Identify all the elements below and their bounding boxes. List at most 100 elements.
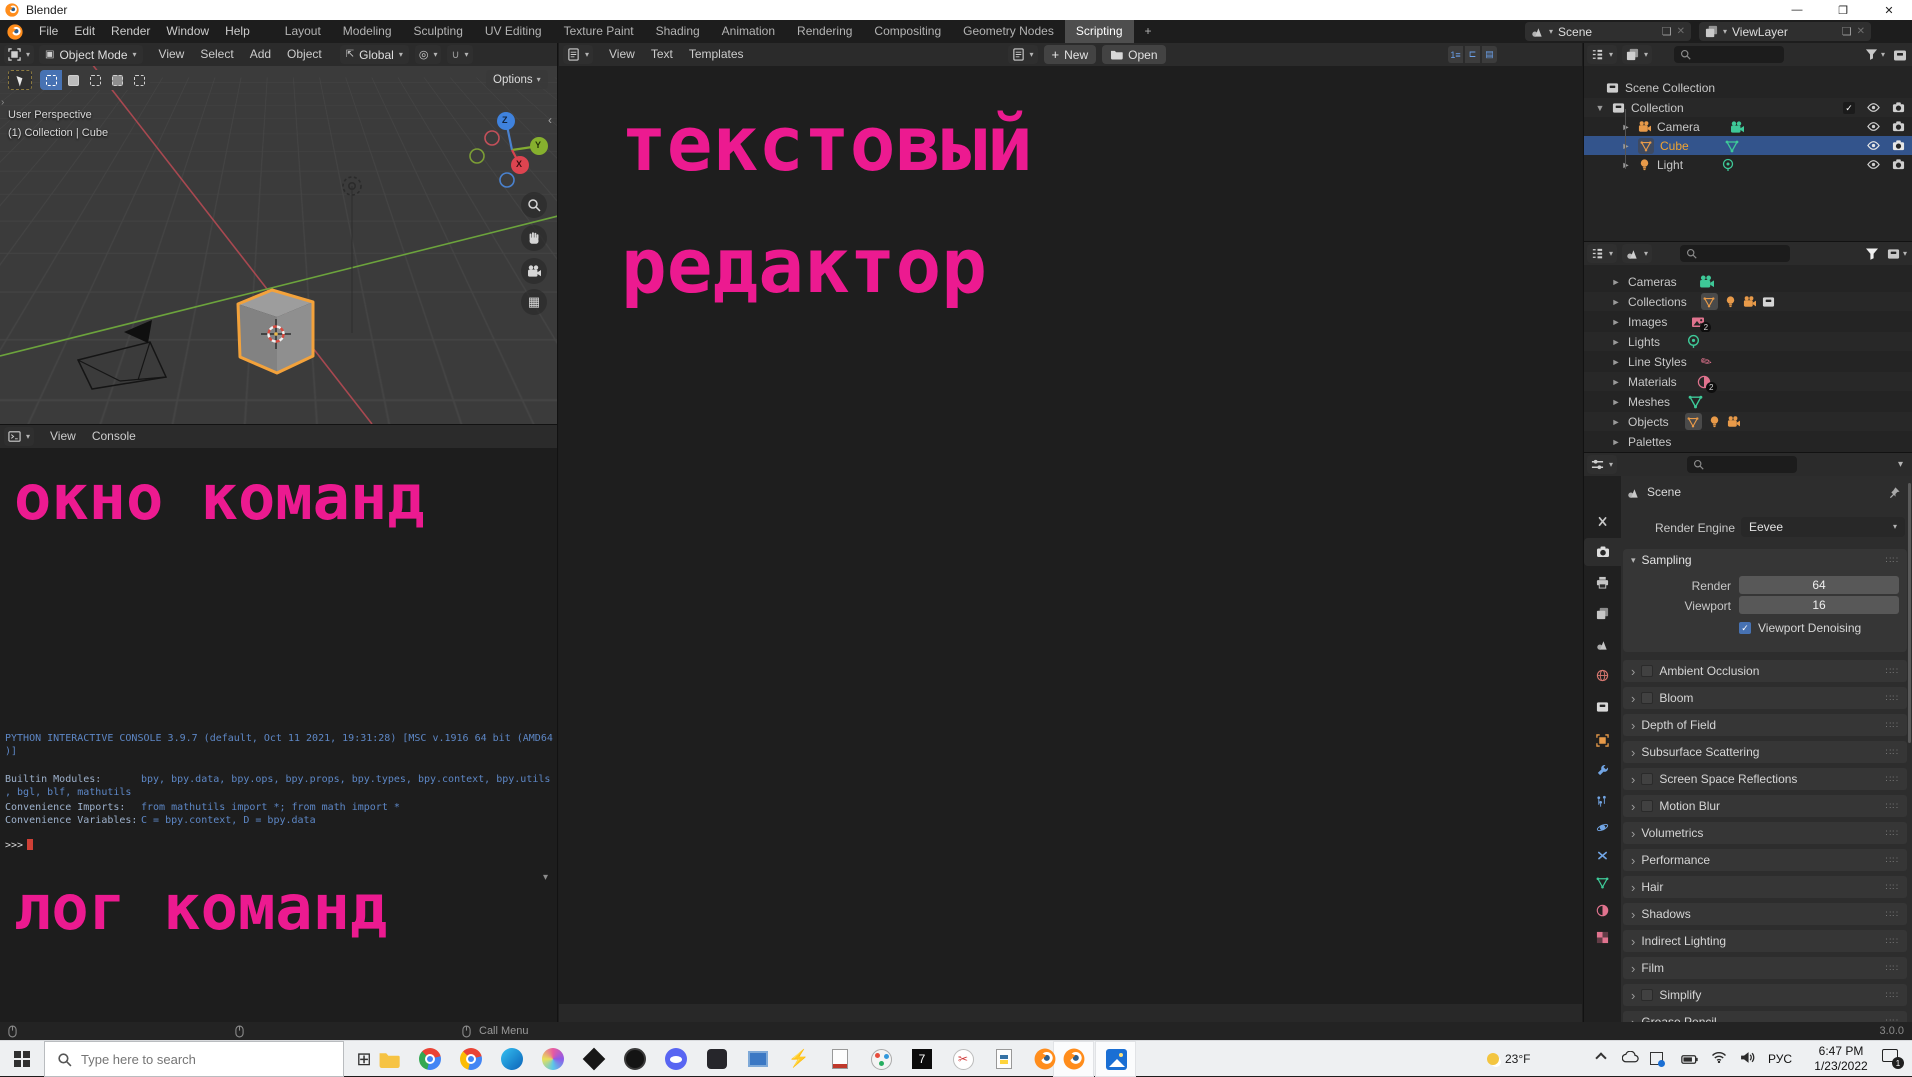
panel-grip-icon[interactable]: ∷∷ [1886, 555, 1899, 566]
taskbar-paint-app[interactable] [869, 1047, 893, 1071]
expand-icon[interactable]: ► [1620, 141, 1632, 151]
orthographic-toggle-button[interactable]: ▦ [521, 289, 547, 315]
text-menu-view[interactable]: View [601, 43, 643, 66]
editor-type-selector[interactable]: ▾ [1587, 244, 1617, 263]
tab-layout[interactable]: Layout [274, 20, 332, 43]
expand-icon[interactable]: ► [1610, 437, 1622, 447]
tab-object-data[interactable] [1584, 869, 1621, 895]
outliner-row-camera[interactable]: ► Camera [1584, 117, 1912, 136]
taskbar-file-explorer[interactable] [377, 1047, 401, 1071]
sampling-render-value-slider[interactable]: 64 [1739, 576, 1899, 594]
properties-editor[interactable]: ▾ ▾ Scene Render Engine Eevee ▾ [1583, 452, 1912, 1022]
taskbar-blender[interactable] [1033, 1047, 1057, 1071]
panel-grip-icon[interactable]: ∷∷ [1886, 936, 1899, 947]
tab-animation[interactable]: Animation [711, 20, 786, 43]
row-palettes[interactable]: ► Palettes [1584, 432, 1912, 451]
outliner-row-collection[interactable]: ▼ Collection ✓ [1584, 98, 1912, 117]
tab-uv-editing[interactable]: UV Editing [474, 20, 553, 43]
panel-grip-icon[interactable]: ∷∷ [1886, 747, 1899, 758]
text-editor[interactable]: ▾ View Text Templates ▾ + New Open 1≡ ⊏ … [559, 43, 1582, 1022]
menu-help[interactable]: Help [217, 20, 258, 43]
panel-depth-of-field[interactable]: ›Depth of Field∷∷ [1623, 714, 1907, 736]
tab-particles[interactable] [1584, 788, 1621, 814]
file-outliner-search-input[interactable] [1680, 245, 1790, 262]
viewport-menu-view[interactable]: View [151, 43, 193, 66]
viewport-menu-object[interactable]: Object [279, 43, 330, 66]
python-console[interactable]: ▾ View Console окно команд PYTHON INTERA… [0, 424, 558, 1022]
options-button[interactable]: Options ▾ [486, 70, 548, 89]
tool-select-box[interactable] [40, 70, 62, 90]
editor-type-selector[interactable]: ▾ [4, 427, 34, 446]
tab-scripting[interactable]: Scripting [1065, 20, 1134, 43]
console-menu-view[interactable]: View [42, 425, 84, 448]
expand-icon[interactable]: ► [1610, 337, 1622, 347]
row-collections[interactable]: ► Collections [1584, 292, 1912, 311]
taskbar-weather[interactable]: 23°F [1487, 1041, 1530, 1077]
eye-icon[interactable] [1867, 139, 1880, 152]
panel-grip-icon[interactable]: ∷∷ [1886, 774, 1899, 785]
sampling-viewport-value-slider[interactable]: 16 [1739, 596, 1899, 614]
sidebar-toggle-arrow[interactable]: ‹ [548, 113, 552, 127]
tab-compositing[interactable]: Compositing [863, 20, 952, 43]
taskbar-blender-active[interactable] [1062, 1047, 1086, 1071]
panel-grip-icon[interactable]: ∷∷ [1886, 855, 1899, 866]
eye-icon[interactable] [1867, 120, 1880, 133]
gizmo-y-label[interactable]: Y [535, 140, 541, 150]
taskbar-remote-desktop[interactable] [746, 1047, 770, 1071]
panel-volumetrics[interactable]: ›Volumetrics∷∷ [1623, 822, 1907, 844]
tab-material[interactable] [1584, 897, 1621, 923]
tool-select-lasso[interactable] [62, 70, 84, 90]
eye-icon[interactable] [1867, 158, 1880, 171]
tab-rendering[interactable]: Rendering [786, 20, 863, 43]
panel-checkbox[interactable] [1641, 800, 1653, 812]
tab-output[interactable] [1584, 569, 1621, 595]
tab-scene[interactable] [1584, 631, 1621, 657]
battery-icon[interactable] [1681, 1054, 1698, 1065]
panel-motion-blur[interactable]: ›Motion Blur∷∷ [1623, 795, 1907, 817]
tray-expand-chevron-icon[interactable] [1595, 1052, 1606, 1063]
expand-icon[interactable]: ► [1610, 397, 1622, 407]
collection-filter-button[interactable]: ▾ [1887, 247, 1907, 260]
render-engine-dropdown[interactable]: Eevee ▾ [1741, 517, 1905, 537]
collection-checkbox[interactable]: ✓ [1843, 102, 1855, 114]
taskbar-chrome-profile-2[interactable] [459, 1047, 483, 1071]
taskbar-clock[interactable]: 6:47 PM 1/23/2022 [1808, 1044, 1874, 1074]
taskbar-python-file[interactable] [992, 1047, 1016, 1071]
taskbar-seven-app[interactable]: 7 [910, 1047, 934, 1071]
pan-button[interactable] [521, 225, 547, 251]
wifi-icon[interactable] [1711, 1051, 1727, 1063]
outliner-row-cube[interactable]: ► Cube [1584, 136, 1912, 155]
taskbar-search[interactable] [44, 1041, 344, 1077]
notification-center-button[interactable]: 1 [1882, 1049, 1898, 1067]
viewport-menu-select[interactable]: Select [192, 43, 241, 66]
tab-modifiers[interactable] [1584, 757, 1621, 783]
row-objects[interactable]: ► Objects [1584, 412, 1912, 431]
minimize-button[interactable]: — [1774, 0, 1820, 20]
panel-grip-icon[interactable]: ∷∷ [1886, 828, 1899, 839]
panel-grip-icon[interactable]: ∷∷ [1886, 720, 1899, 731]
tab-view-layer[interactable] [1584, 600, 1621, 626]
console-prompt[interactable]: >>> [5, 839, 555, 852]
start-button[interactable] [0, 1041, 44, 1077]
taskbar-sketch-app[interactable]: ✂ [951, 1047, 975, 1071]
outliner-search-input[interactable] [1674, 46, 1784, 63]
tab-world[interactable] [1584, 662, 1621, 688]
camera-view-button[interactable] [521, 258, 547, 284]
remove-icon[interactable]: ✕ [1857, 26, 1865, 37]
taskbar-krita[interactable] [541, 1047, 565, 1071]
outliner-blend-file[interactable]: ▾ ▾ ▾ ► Cameras ► Collections ► Images 2… [1583, 241, 1912, 452]
new-collection-button[interactable] [1893, 48, 1907, 62]
tab-object[interactable] [1584, 727, 1621, 753]
close-button[interactable]: ✕ [1866, 0, 1912, 20]
panel-bloom[interactable]: ›Bloom∷∷ [1623, 687, 1907, 709]
pin-icon[interactable] [1888, 486, 1901, 499]
panel-hair[interactable]: ›Hair∷∷ [1623, 876, 1907, 898]
viewport-denoising-row[interactable]: ✓ Viewport Denoising [1739, 621, 1861, 635]
expand-icon[interactable]: ► [1610, 417, 1622, 427]
word-wrap-toggle[interactable]: ⊏ [1465, 46, 1480, 63]
editor-type-selector[interactable]: ▾ [1587, 45, 1617, 64]
panel-grip-icon[interactable]: ∷∷ [1886, 963, 1899, 974]
taskbar-edge[interactable] [500, 1047, 524, 1071]
taskbar-winamp[interactable]: ⚡ [787, 1047, 811, 1071]
expand-icon[interactable]: ► [1610, 277, 1622, 287]
